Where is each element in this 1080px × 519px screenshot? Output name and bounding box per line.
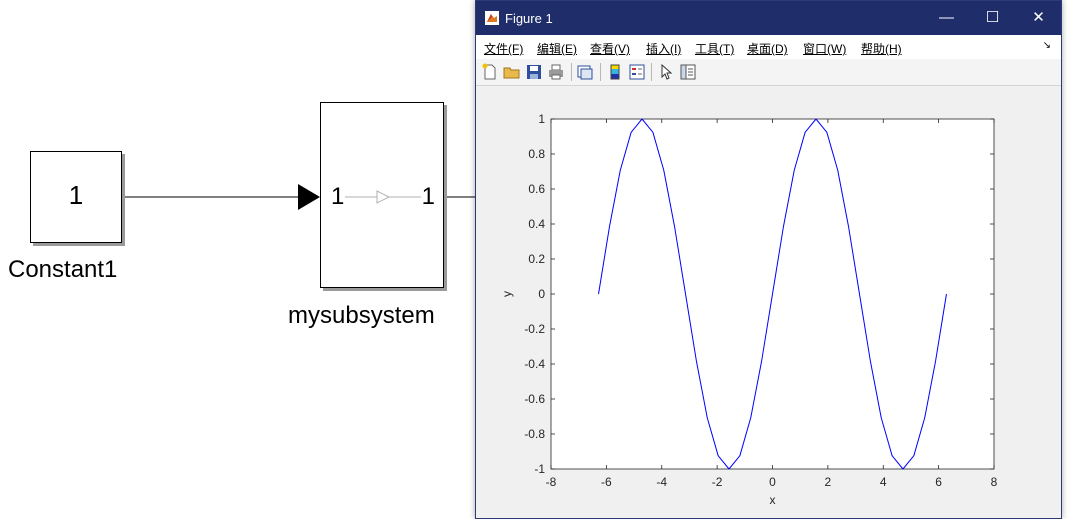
y-tick-label: 1 xyxy=(538,112,545,126)
figure-toolbar xyxy=(476,59,1061,86)
colorbar-icon[interactable] xyxy=(606,63,624,81)
y-tick-label: 0.2 xyxy=(528,252,545,266)
new-figure-icon[interactable] xyxy=(481,63,499,81)
constant-value: 1 xyxy=(68,180,84,210)
constant-block[interactable]: 1 xyxy=(30,151,122,243)
save-icon[interactable] xyxy=(525,63,543,81)
y-tick-label: 0.8 xyxy=(528,147,545,161)
print-icon[interactable] xyxy=(547,63,565,81)
y-tick-label: -1 xyxy=(534,462,545,476)
menu-edit[interactable]: 编辑(E) xyxy=(537,40,577,57)
matlab-logo-icon xyxy=(485,11,499,25)
subsystem-outport-label: 1 xyxy=(421,183,435,210)
x-tick-label: 4 xyxy=(880,475,887,489)
y-tick-label: 0.6 xyxy=(528,182,545,196)
pointer-icon[interactable] xyxy=(657,63,675,81)
toolbar-separator xyxy=(600,63,601,81)
y-tick-label: -0.2 xyxy=(524,322,545,336)
menu-insert[interactable]: 插入(I) xyxy=(646,40,681,57)
maximize-button[interactable]: ☐ xyxy=(970,1,1015,35)
y-tick-label: 0 xyxy=(538,287,545,301)
menu-desktop[interactable]: 桌面(D) xyxy=(747,40,788,57)
x-axis-label: x xyxy=(770,493,776,507)
figure-window[interactable]: Figure 1 — ☐ ✕ 文件(F) 编辑(E) 查看(V) 插入(I) 工… xyxy=(475,0,1062,519)
y-axis-label: y xyxy=(500,291,514,297)
x-tick-label: -4 xyxy=(656,475,667,489)
figure-canvas[interactable]: -8 -6 -4 -2 0 2 4 6 8 -1 -0.8 -0.6 -0.4 -0.2 0 0.2 0.4 0.… xyxy=(476,86,1061,518)
menu-tools[interactable]: 工具(T) xyxy=(695,40,734,57)
x-tick-label: 6 xyxy=(935,475,942,489)
link-plot-icon[interactable] xyxy=(576,63,594,81)
menu-file[interactable]: 文件(F) xyxy=(484,40,523,57)
arrowhead-icon xyxy=(298,184,320,210)
title-bar[interactable]: Figure 1 — ☐ ✕ xyxy=(476,1,1061,35)
subsystem-block-name[interactable]: mysubsystem xyxy=(288,302,435,330)
dock-arrow-icon[interactable]: ↘ xyxy=(1043,40,1051,51)
legend-icon[interactable] xyxy=(628,63,646,81)
minimize-button[interactable]: — xyxy=(924,1,969,35)
menu-view[interactable]: 查看(V) xyxy=(590,40,630,57)
x-tick-label: -2 xyxy=(712,475,723,489)
toolbar-separator xyxy=(571,63,572,81)
axes[interactable]: -8 -6 -4 -2 0 2 4 6 8 -1 -0.8 -0.6 -0.4 -0.2 0 0.2 0.4 0.… xyxy=(476,86,1061,518)
menu-bar: 文件(F) 编辑(E) 查看(V) 插入(I) 工具(T) 桌面(D) 窗口(W… xyxy=(476,35,1061,59)
property-inspector-icon[interactable] xyxy=(679,63,697,81)
y-tick-label: 0.4 xyxy=(528,217,545,231)
subsystem-block[interactable]: 1 1 xyxy=(320,102,444,288)
menu-window[interactable]: 窗口(W) xyxy=(803,40,846,57)
x-tick-label: 2 xyxy=(825,475,832,489)
x-tick-label: 8 xyxy=(991,475,998,489)
toolbar-separator xyxy=(651,63,652,81)
y-tick-label: -0.8 xyxy=(524,427,545,441)
window-title: Figure 1 xyxy=(505,11,553,26)
open-file-icon[interactable] xyxy=(503,63,521,81)
x-tick-label: -8 xyxy=(546,475,557,489)
menu-help[interactable]: 帮助(H) xyxy=(861,40,902,57)
x-tick-label: 0 xyxy=(769,475,776,489)
close-button[interactable]: ✕ xyxy=(1016,1,1061,35)
x-tick-label: -6 xyxy=(601,475,612,489)
y-tick-label: -0.4 xyxy=(524,357,545,371)
constant-block-name[interactable]: Constant1 xyxy=(8,256,117,284)
y-tick-label: -0.6 xyxy=(524,392,545,406)
